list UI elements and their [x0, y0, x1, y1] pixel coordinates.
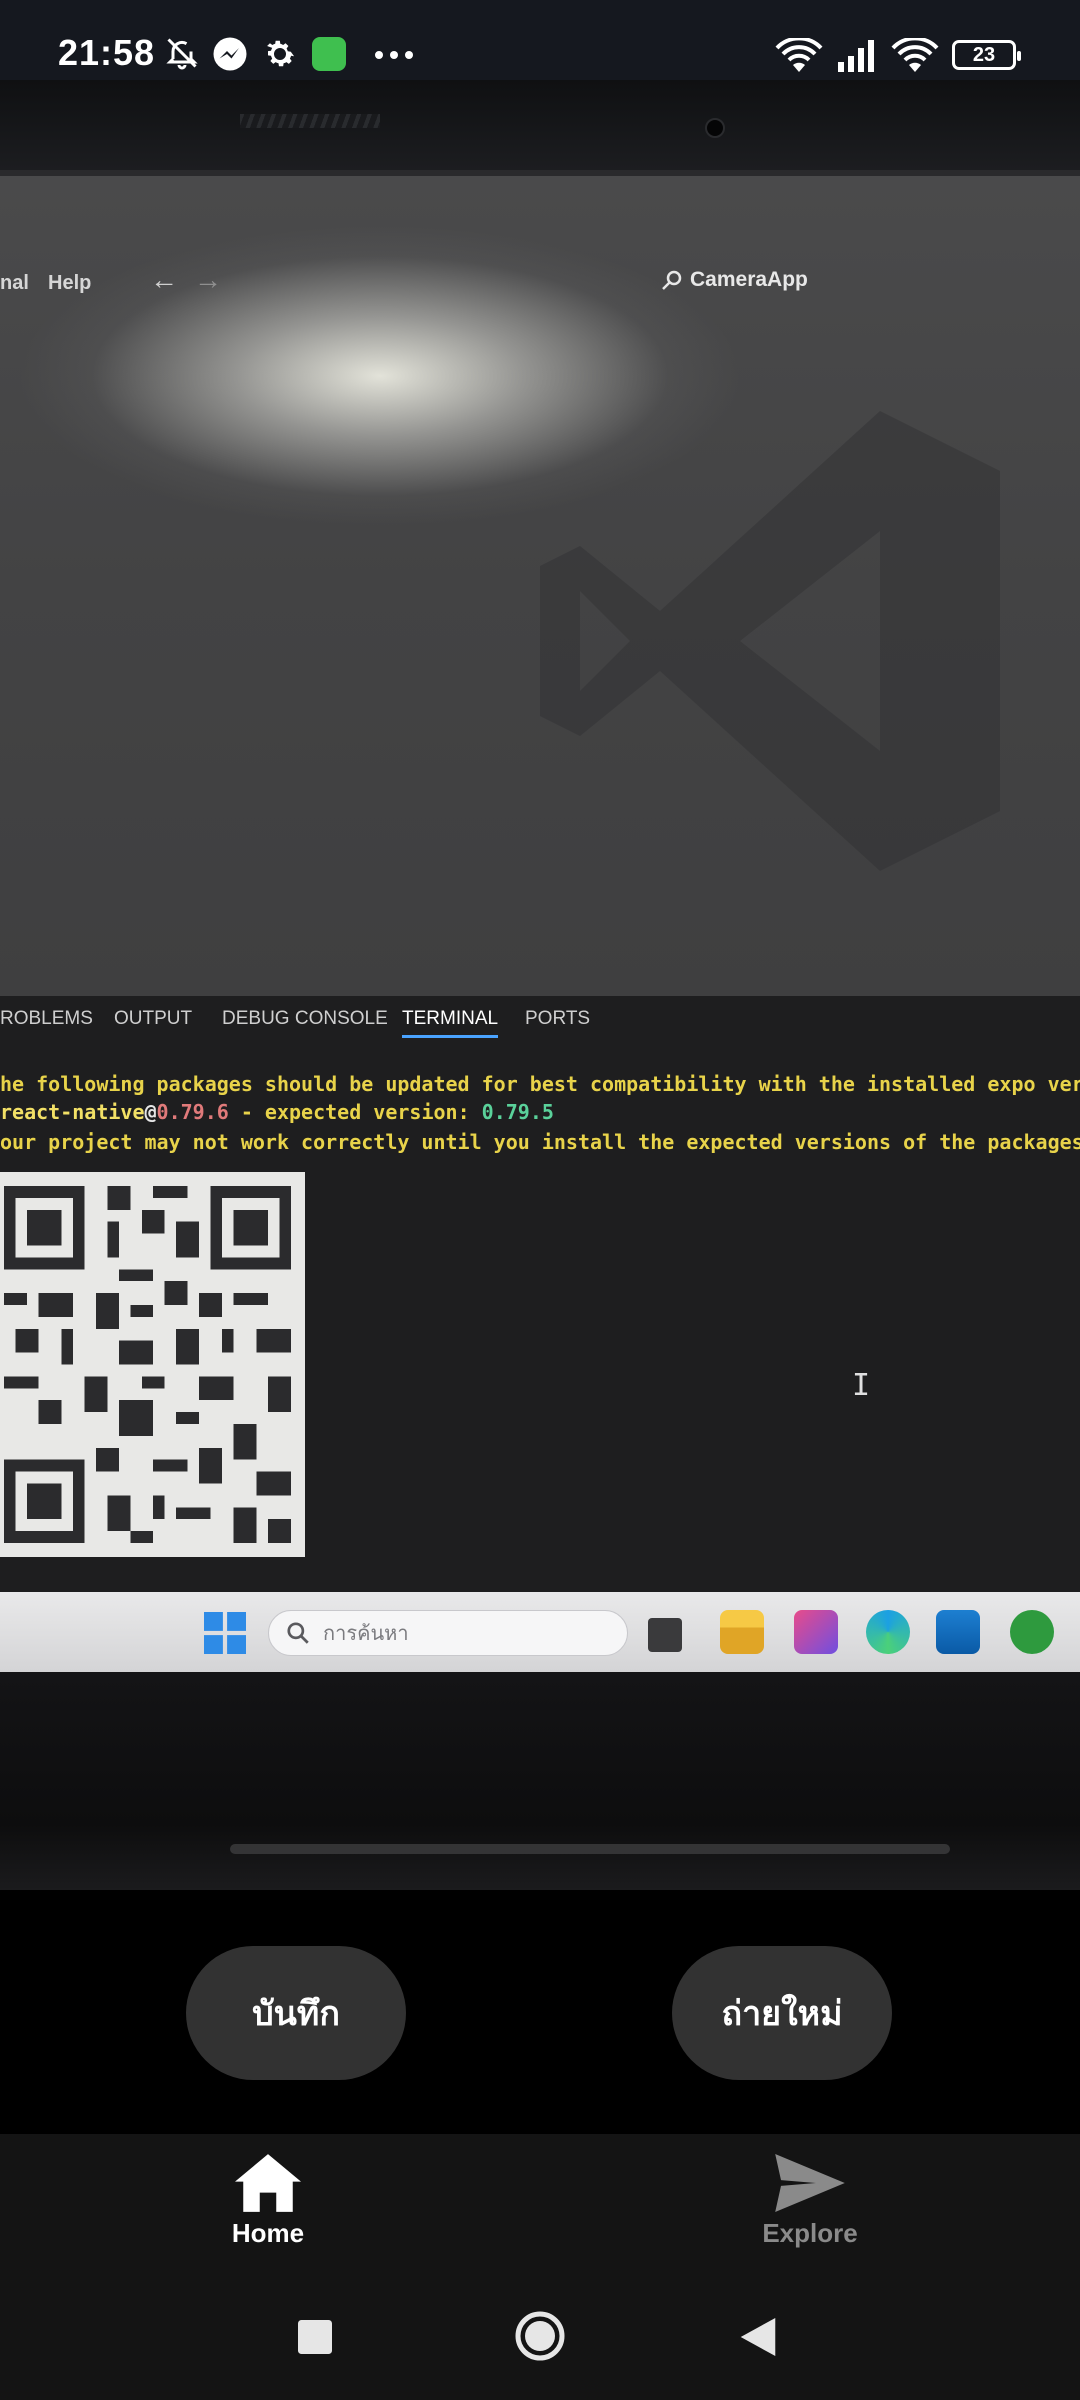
editor-titlebar: nal Help ← → CameraApp: [0, 176, 1080, 306]
tab-explore[interactable]: Explore: [710, 2154, 910, 2264]
terminal-line-3: our project may not work correctly until…: [0, 1130, 1080, 1154]
command-center: CameraApp: [660, 268, 808, 292]
webcam: [705, 118, 725, 138]
photo-actions: บันทึก ถ่ายใหม่: [0, 1890, 1080, 2134]
bezel-reflection: [230, 1844, 950, 1854]
app-icon: [312, 37, 346, 71]
panel-tabs: ROBLEMS OUTPUT DEBUG CONSOLE TERMINAL PO…: [0, 996, 1080, 1056]
forward-arrow-icon: →: [194, 264, 222, 295]
system-navigation-bar: [0, 2274, 1080, 2400]
status-time: 21:58: [58, 32, 156, 73]
status-bar: 21:58 23: [0, 0, 1080, 80]
wifi-6-icon: [891, 38, 939, 72]
monitor-bottom-bezel: [0, 1672, 1080, 1890]
tab-ports: PORTS: [525, 1008, 591, 1029]
taskbar-search: การค้นหา: [268, 1610, 628, 1656]
home-icon: [235, 2154, 301, 2212]
bottom-panel: ROBLEMS OUTPUT DEBUG CONSOLE TERMINAL PO…: [0, 996, 1080, 1596]
xbox-icon: [1010, 1610, 1054, 1654]
tab-home-label: Home: [231, 2218, 305, 2248]
signal-icon: [838, 40, 874, 72]
bell-off-icon: [166, 38, 198, 70]
monitor-top-bezel: [0, 80, 1080, 170]
camera-preview: nal Help ← → CameraApp ROBLEMS OUTPUT DE…: [0, 80, 1080, 1890]
search-icon: [662, 270, 682, 290]
recents-square-icon[interactable]: [298, 2320, 332, 2354]
tab-debug-console: DEBUG CONSOLE: [222, 1008, 388, 1029]
file-explorer-icon: [720, 1610, 764, 1654]
terminal-expected-version: 0.79.5: [481, 1100, 554, 1124]
text-cursor-icon: I: [852, 1368, 871, 1403]
save-button[interactable]: บันทึก: [186, 1946, 406, 2080]
taskbar-search-placeholder: การค้นหา: [323, 1623, 409, 1645]
expo-qr-code: [0, 1172, 305, 1557]
task-view-icon: [648, 1618, 682, 1652]
editor-window: nal Help ← → CameraApp: [0, 176, 1080, 996]
terminal-package-name: react-native: [0, 1100, 145, 1124]
terminal-at-sign: @: [144, 1100, 157, 1124]
tab-explore-label: Explore: [762, 2218, 858, 2248]
terminal-line-2: react-native@0.79.6 - expected version: …: [0, 1100, 554, 1124]
back-triangle-icon[interactable]: [740, 2318, 776, 2356]
bezel-vent: [240, 114, 380, 128]
tab-problems: ROBLEMS: [0, 1008, 93, 1029]
send-icon: [775, 2154, 845, 2212]
tab-output: OUTPUT: [114, 1008, 193, 1029]
menu-help: Help: [48, 272, 92, 294]
tab-terminal: TERMINAL: [402, 1008, 499, 1038]
terminal-installed-version: 0.79.6: [156, 1100, 229, 1124]
tab-home[interactable]: Home: [168, 2154, 368, 2264]
app-store-icon: [794, 1610, 838, 1654]
ms-store-icon: [936, 1610, 980, 1654]
vscode-logo-watermark: [540, 411, 1000, 871]
edge-browser-icon: [866, 1610, 910, 1654]
messenger-icon: [213, 37, 247, 71]
battery-indicator: 23: [952, 40, 1021, 70]
terminal-expected-label: - expected version:: [228, 1100, 482, 1124]
command-center-label: CameraApp: [690, 268, 808, 291]
windows-start-icon: [204, 1612, 246, 1654]
terminal-line-1: he following packages should be updated …: [0, 1072, 1080, 1096]
windows-taskbar: การค้นหา: [0, 1592, 1080, 1672]
back-arrow-icon: ←: [150, 264, 178, 295]
bottom-tab-bar: Home Explore: [0, 2134, 1080, 2274]
menu-terminal: nal: [0, 272, 29, 294]
home-circle-icon[interactable]: [514, 2310, 566, 2362]
more-icon: [375, 51, 413, 59]
gear-icon: [267, 40, 295, 67]
retake-button[interactable]: ถ่ายใหม่: [672, 1946, 892, 2080]
search-icon: [287, 1622, 309, 1644]
wifi-icon: [775, 38, 823, 72]
